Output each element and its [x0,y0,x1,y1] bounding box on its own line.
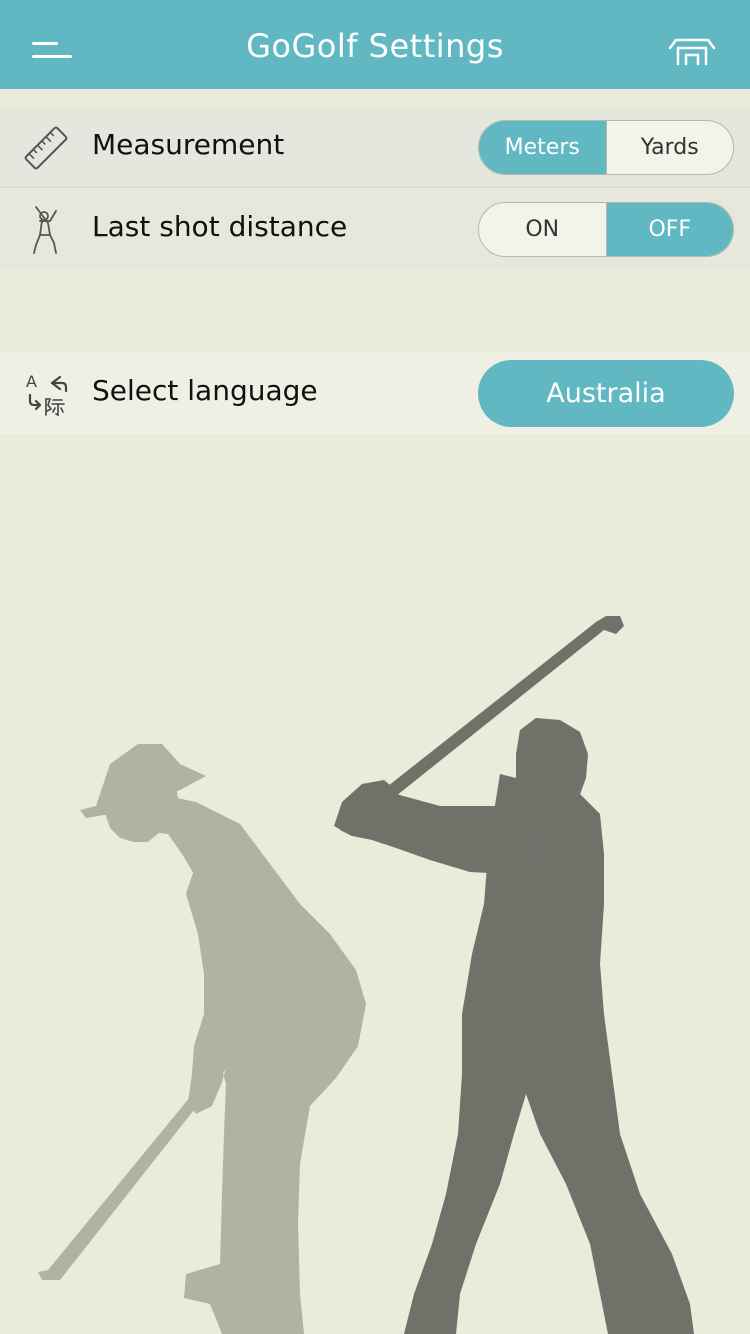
golfer-icon [33,206,57,254]
page-title: GoGolf Settings [246,27,504,65]
ruler-icon [24,126,68,170]
home-icon[interactable] [666,34,718,70]
on-option[interactable]: ON [479,203,606,256]
select-language-label: Select language [92,374,318,407]
setting-row-measurement: Measurement Meters Yards [0,108,750,188]
golfer-silhouette-light [38,744,366,1334]
golfers-illustration [38,616,694,1334]
setting-row-last-shot-distance: Last shot distance ON OFF [0,189,750,270]
translate-icon: A [26,372,68,417]
measurement-toggle: Meters Yards [478,120,734,175]
language-select-button[interactable]: Australia [478,360,734,427]
golfer-silhouette-dark [334,616,694,1334]
svg-text:A: A [26,372,37,391]
yards-option[interactable]: Yards [605,121,734,174]
last-shot-distance-toggle: ON OFF [478,202,734,257]
setting-row-language: A Select language Australia [0,353,750,434]
meters-option[interactable]: Meters [479,121,606,174]
app-header: GoGolf Settings [0,0,750,89]
measurement-label: Measurement [92,128,285,161]
off-option[interactable]: OFF [605,203,733,256]
last-shot-distance-label: Last shot distance [92,210,348,243]
